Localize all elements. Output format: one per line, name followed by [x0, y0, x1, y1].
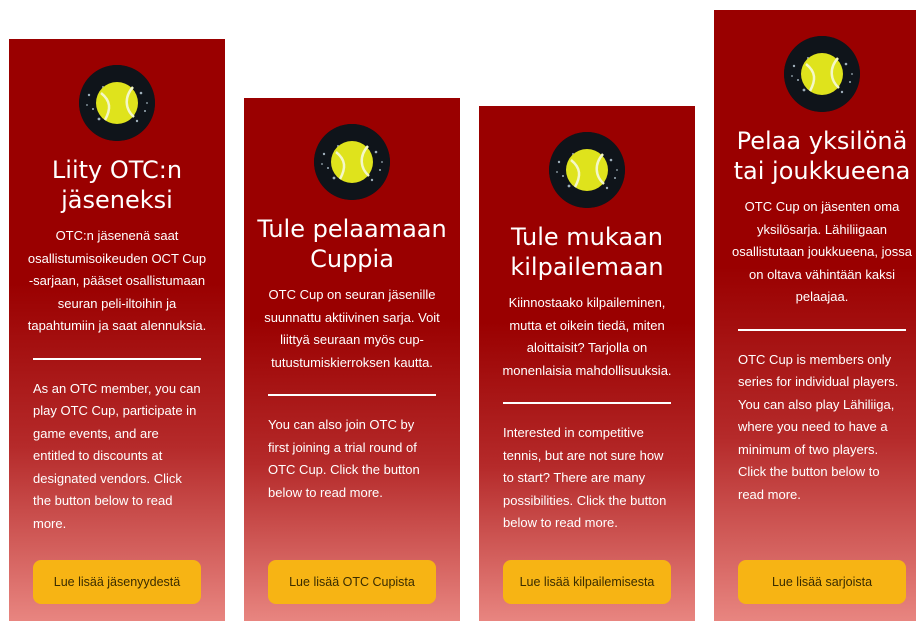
divider — [503, 402, 671, 404]
card-description-en: OTC Cup is members only series for indiv… — [738, 351, 899, 502]
read-more-membership-button[interactable]: Lue lisää jäsenyydestä — [33, 560, 201, 604]
card-description-fi: OTC:n jäsenenä saat osallistumisoikeuden… — [27, 228, 207, 333]
card-description-fi: OTC Cup on seuran jäsenille suunnattu ak… — [264, 287, 440, 370]
card-cup: Tule pelaamaan Cuppia OTC Cup on seuran … — [244, 98, 460, 621]
card-description-en: As an OTC member, you can play OTC Cup, … — [33, 380, 201, 531]
card-membership: Liity OTC:n jäseneksi OTC:n jäsenenä saa… — [9, 39, 225, 621]
tennis-ball-icon — [549, 132, 625, 208]
divider — [268, 394, 436, 396]
read-more-cup-button[interactable]: Lue lisää OTC Cupista — [268, 560, 436, 604]
divider — [33, 357, 201, 360]
card-description-fi: Kiinnostaako kilpaileminen, mutta et oik… — [502, 295, 672, 378]
card-description-fi: OTC Cup on jäsenten oma yksilösarja. Läh… — [732, 199, 912, 304]
divider — [738, 328, 906, 331]
card-description-en: You can also join OTC by first joining a… — [268, 417, 420, 500]
tennis-ball-icon — [314, 124, 390, 200]
read-more-series-button[interactable]: Lue lisää sarjoista — [738, 560, 906, 604]
card-competition: Tule mukaan kilpailemaan Kiinnostaako ki… — [479, 106, 695, 621]
card-title: Pelaa yksilönä tai joukkueena — [733, 127, 911, 185]
card-series: Pelaa yksilönä tai joukkueena OTC Cup on… — [714, 10, 916, 621]
card-title: Tule mukaan kilpailemaan — [510, 223, 664, 281]
tennis-ball-icon — [784, 36, 860, 112]
card-title: Liity OTC:n jäseneksi — [51, 156, 183, 214]
tennis-ball-icon — [79, 65, 155, 141]
read-more-competition-button[interactable]: Lue lisää kilpailemisesta — [503, 560, 671, 604]
card-description-en: Interested in competitive tennis, but ar… — [503, 425, 667, 530]
card-title: Tule pelaamaan Cuppia — [257, 215, 447, 273]
